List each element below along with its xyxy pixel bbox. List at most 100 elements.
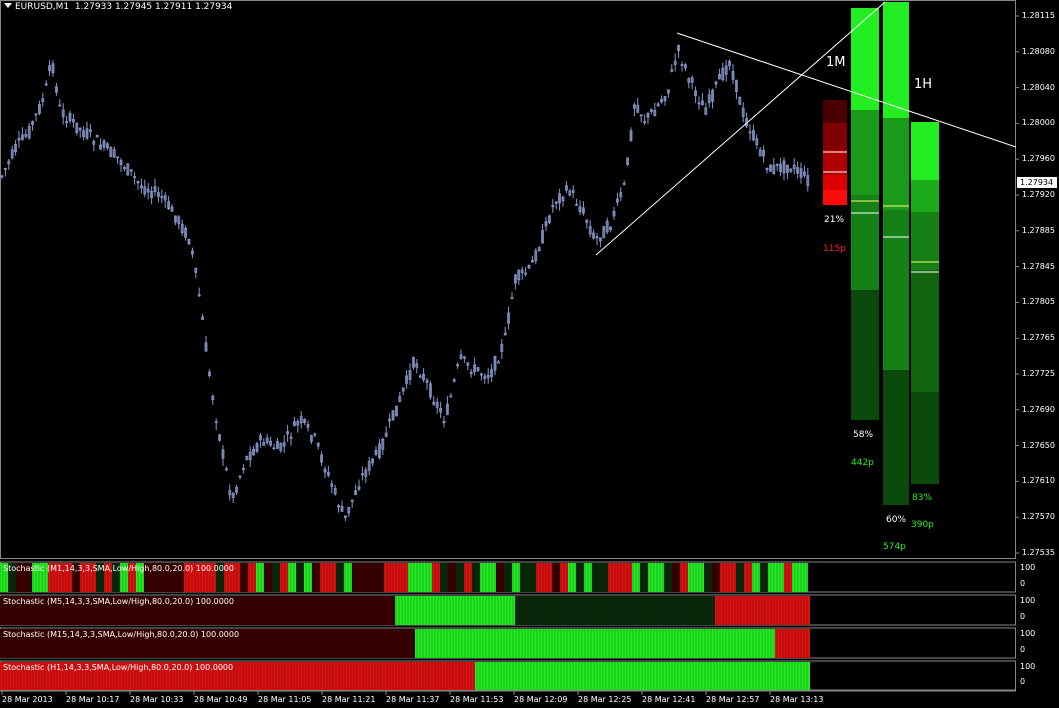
- stochastic-zone: [640, 563, 648, 592]
- bar-a-segment: [823, 150, 847, 175]
- subwindow-scale-top: 100: [1020, 596, 1036, 605]
- stochastic-zone: [312, 563, 320, 592]
- stochastic-zone: [600, 563, 608, 592]
- price-tick-label: 1.27920: [1021, 190, 1055, 199]
- subwindow-label: Stochastic (M1,14,3,3,SMA,Low/High,80.0,…: [3, 564, 234, 573]
- bar-a-percent: 21%: [824, 215, 845, 225]
- subwindow-scale-bottom: 0: [1020, 677, 1026, 686]
- stochastic-zone: [448, 563, 456, 592]
- stochastic-zone: [544, 563, 552, 592]
- time-tick-label: 28 Mar 11:21: [322, 695, 376, 704]
- stochastic-zone: [256, 563, 264, 592]
- bar-c-segment: [911, 212, 939, 270]
- bar-c-segment: [911, 270, 939, 392]
- bar-1m-segment: [851, 195, 879, 290]
- stochastic-zone: [336, 563, 344, 592]
- stochastic-zone: [472, 563, 480, 592]
- stochastic-zone: [720, 563, 728, 592]
- time-tick-label: 28 Mar 11:37: [386, 695, 440, 704]
- price-tick-label: 1.28000: [1021, 118, 1055, 128]
- price-tick-label: 1.27960: [1021, 154, 1055, 164]
- stochastic-zone: [784, 563, 792, 592]
- quote-values: 1.27933 1.27945 1.27911 1.27934: [74, 2, 233, 12]
- stochastic-zone: [240, 563, 248, 592]
- stochastic-zone: [496, 563, 504, 592]
- subwindow-scale-top: 100: [1020, 629, 1036, 638]
- price-tick-label: 1.28040: [1021, 82, 1055, 92]
- stochastic-zone: [616, 563, 624, 592]
- price-tick-label: 1.27885: [1021, 225, 1055, 235]
- bar-c-segment: [911, 180, 939, 212]
- price-tick-label: 1.27765: [1021, 333, 1055, 343]
- bar-1h-percent: 60%: [886, 515, 907, 525]
- stochastic-zone: [735, 596, 810, 625]
- subwindow-label: Stochastic (M15,14,3,3,SMA,Low/High,80.0…: [3, 630, 240, 639]
- timeframe-1m-label: 1M: [826, 55, 846, 70]
- stochastic-zone: [696, 563, 704, 592]
- stochastic-zone: [528, 563, 536, 592]
- bar-1h-segment: [883, 370, 909, 505]
- stochastic-zone: [576, 563, 584, 592]
- stochastic-zone: [376, 563, 384, 592]
- stochastic-zone: [760, 563, 768, 592]
- bar-1h-segment: [883, 118, 909, 210]
- time-tick-label: 28 Mar 12:41: [642, 695, 696, 704]
- time-tick-label: 28 Mar 13:13: [770, 695, 824, 704]
- bar-a-segment: [823, 175, 847, 190]
- time-tick-label: 28 Mar 11:53: [450, 695, 504, 704]
- time-tick-label: 28 Mar 10:49: [194, 695, 248, 704]
- bar-a-segment: [823, 100, 847, 123]
- price-tick-label: 1.28080: [1021, 46, 1055, 56]
- stochastic-zone: [352, 563, 360, 592]
- bar-a-pips: 115p: [823, 244, 846, 254]
- subwindow-label: Stochastic (H1,14,3,3,SMA,Low/High,80.0,…: [3, 663, 234, 672]
- stochastic-zone: [736, 563, 744, 592]
- stochastic-zone: [384, 563, 392, 592]
- stochastic-zone: [415, 629, 775, 658]
- stochastic-zone: [395, 596, 515, 625]
- candle-series: [0, 44, 810, 522]
- stochastic-zone: [328, 563, 336, 592]
- stochastic-zone: [792, 563, 800, 592]
- price-tick-label: 1.27845: [1021, 261, 1055, 271]
- price-tick-label: 1.27610: [1021, 476, 1055, 486]
- subwindow-scale-top: 100: [1020, 662, 1036, 671]
- bar-1h-segment: [883, 210, 909, 370]
- stochastic-zone: [504, 563, 512, 592]
- timeframe-1h-label: 1H: [914, 77, 933, 92]
- stochastic-zone: [264, 563, 272, 592]
- stochastic-zone: [424, 563, 432, 592]
- stochastic-zone: [712, 563, 720, 592]
- stochastic-zone: [304, 563, 312, 592]
- stochastic-zone: [768, 563, 776, 592]
- subwindow-scale-bottom: 0: [1020, 579, 1026, 588]
- subwindow-label: Stochastic (M5,14,3,3,SMA,Low/High,80.0,…: [3, 597, 234, 606]
- trendlines: [595, 1, 1017, 256]
- price-tick-label: 1.27805: [1021, 297, 1055, 307]
- price-tick-label: 1.27690: [1021, 404, 1055, 414]
- stochastic-zone: [648, 563, 656, 592]
- time-tick-label: 28 Mar 10:33: [130, 695, 184, 704]
- bar-1h-segment: [883, 2, 909, 118]
- bar-c-percent: 83%: [912, 493, 933, 503]
- bar-a-segment: [823, 190, 847, 205]
- subwindow-scale-top: 100: [1020, 563, 1036, 572]
- bar-a-segment: [823, 123, 847, 150]
- time-tick-label: 28 Mar 10:17: [66, 695, 120, 704]
- stochastic-zone: [400, 563, 408, 592]
- bar-1m-percent: 58%: [853, 430, 874, 440]
- dropdown-icon[interactable]: [4, 3, 12, 8]
- time-tick-label: 28 Mar 11:05: [258, 695, 312, 704]
- stochastic-zone: [672, 563, 680, 592]
- stochastic-zone: [360, 563, 368, 592]
- stochastic-zone: [552, 563, 560, 592]
- time-tick-label: 28 Mar 12:25: [578, 695, 632, 704]
- stochastic-zone: [480, 563, 488, 592]
- price-tick-label: 1.27725: [1021, 369, 1055, 378]
- stochastic-zone: [456, 563, 464, 592]
- subwindow-scale-bottom: 0: [1020, 612, 1026, 621]
- price-tick-label: 1.27650: [1021, 440, 1055, 450]
- stochastic-zone: [568, 563, 576, 592]
- price-tick-label: 1.27535: [1021, 548, 1055, 557]
- price-tick-label: 1.28115: [1021, 11, 1055, 20]
